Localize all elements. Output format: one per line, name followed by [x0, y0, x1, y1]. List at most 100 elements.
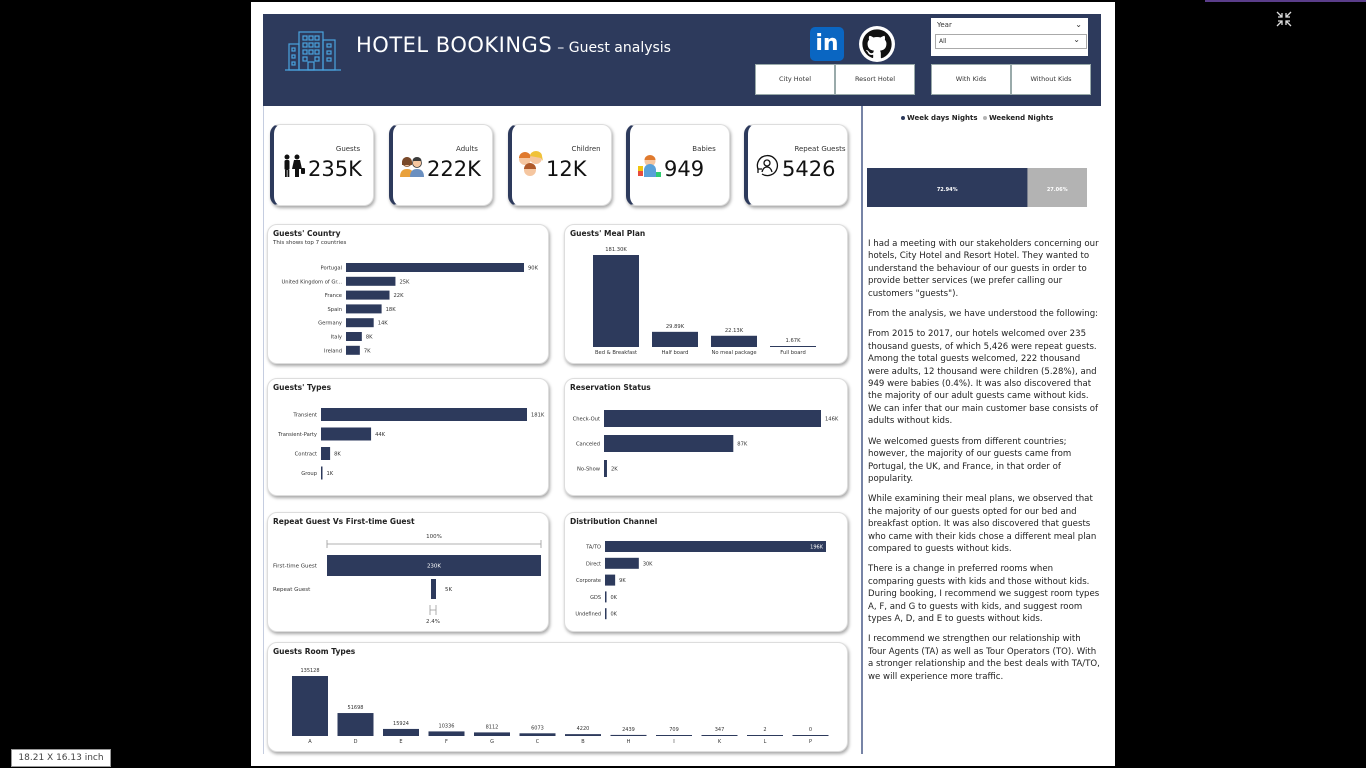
data-label: 8K [334, 452, 341, 458]
story-paragraph: I recommend we strengthen our relationsh… [868, 634, 1100, 682]
without-kids-button[interactable]: Without Kids [1011, 64, 1091, 95]
data-label: 9K [619, 578, 626, 584]
bar [346, 345, 360, 355]
category-label: First-time Guest [273, 564, 318, 570]
bar [605, 557, 639, 569]
distribution-card: Distribution Channel TA/TO 196K Direct 30K C… [564, 512, 848, 632]
chevron-down-icon[interactable]: ⌄ [1070, 33, 1080, 46]
repeat-card: Repeat Guest Vs First-time Guest 100% Fir… [267, 512, 549, 632]
story-paragraph: We welcomed guests from different countr… [868, 436, 1072, 484]
category-label: L [764, 739, 767, 745]
category-label: D [354, 739, 358, 745]
kpi-repeat-guests: Repeat Guests 5426 [744, 124, 848, 206]
bar [565, 734, 601, 736]
kpi-label: Guests [335, 145, 361, 153]
title-subtitle: – Guest analysis [557, 40, 671, 56]
collapse-icon[interactable] [1274, 9, 1294, 29]
category-label: Full board [780, 350, 806, 356]
data-label: 347 [715, 727, 725, 733]
story-paragraph: From the analysis, we have understood th… [868, 309, 1099, 320]
bar [346, 318, 374, 328]
bar [346, 276, 396, 286]
data-label: 7K [364, 348, 371, 354]
category-label: Italy [331, 335, 342, 341]
bar [604, 435, 734, 452]
category-label: Corporate [576, 578, 601, 584]
category-label: Repeat Guest [273, 587, 311, 593]
category-label: B [581, 739, 585, 745]
nights-stacked-bar: 72.94% 27.06% [867, 168, 1087, 207]
data-label: 14K [378, 321, 389, 327]
category-label: A [308, 739, 312, 745]
bar [474, 732, 510, 736]
data-label: 22.13K [725, 328, 744, 334]
kpi-label: Children [571, 145, 601, 153]
kpi-children: Children 12K [508, 124, 612, 206]
category-label: I [673, 739, 674, 745]
data-label: 196K [810, 545, 824, 551]
bar [605, 574, 616, 586]
category-label: Check-Out [573, 417, 600, 423]
category-label: Transient [292, 413, 317, 419]
title-main: HOTEL BOOKINGS [356, 33, 553, 57]
city-hotel-button[interactable]: City Hotel [755, 64, 835, 95]
resort-hotel-button[interactable]: Resort Hotel [835, 64, 915, 95]
data-label: 0 [809, 727, 812, 733]
legend-item: Week days Nights [907, 114, 978, 122]
data-label: 2K [611, 467, 618, 473]
kpi-adults: Adults 222K [389, 124, 493, 206]
bar [346, 304, 382, 314]
data-label: 181.30K [605, 247, 627, 253]
data-label: 10336 [439, 723, 455, 729]
bar [346, 290, 390, 300]
linkedin-icon[interactable]: in [810, 27, 844, 61]
bar [431, 579, 436, 599]
bar [792, 735, 829, 736]
data-label: 230K [427, 564, 441, 570]
bar [656, 735, 692, 736]
data-label: 2 [763, 727, 766, 733]
hotel-building-icon [285, 31, 341, 71]
baby-icon [638, 155, 661, 177]
bar [593, 255, 639, 347]
data-label: 709 [669, 727, 679, 733]
category-label: G [490, 739, 494, 745]
category-label: Contract [295, 452, 317, 458]
chevron-down-icon[interactable]: ⌄ [1075, 20, 1082, 29]
legend-dot [982, 116, 987, 120]
category-label: No-Show [577, 467, 601, 473]
bar [321, 408, 527, 421]
year-slicer-label: Year [937, 21, 952, 29]
percent-label: 100% [426, 534, 442, 540]
reservation-card: Reservation Status Check-Out 146K Canceled… [564, 378, 848, 496]
bar [337, 713, 374, 736]
data-label: 29.89K [666, 324, 685, 330]
data-label: 51698 [348, 705, 364, 711]
category-label: H [627, 739, 631, 745]
story-paragraph: I had a meeting with our stakeholders co… [868, 239, 1099, 299]
with-kids-button[interactable]: With Kids [931, 64, 1011, 95]
meal-plan-chart: 181.30K Bed & Breakfast 29.89K Half board 22… [593, 247, 816, 356]
percent-label: 2.4% [426, 619, 440, 625]
data-label: 2439 [622, 727, 635, 733]
analysis-story: I had a meeting with our stakeholders co… [868, 238, 1101, 691]
category-label: Undefined [575, 612, 601, 618]
github-icon[interactable] [859, 26, 895, 62]
page-size-status: 18.21 X 16.13 inch [11, 749, 111, 767]
category-label: France [325, 293, 342, 299]
kpi-value: 949 [664, 157, 705, 181]
category-label: United Kingdom of Gr... [281, 279, 342, 285]
data-label: 87K [737, 442, 748, 448]
year-slicer[interactable]: Year ⌄ All ⌄ [931, 18, 1088, 56]
adults-icon [400, 157, 424, 177]
data-label: 22K [394, 293, 405, 299]
category-label: Half board [662, 350, 689, 356]
bar [321, 427, 372, 441]
bar [605, 591, 607, 603]
family-icon [284, 154, 305, 177]
guest-types-card: Guests' Types Transient 181K Transient-Par… [267, 378, 549, 496]
category-label: Germany [318, 321, 342, 327]
category-label: Ireland [324, 348, 342, 354]
category-label: Spain [328, 307, 343, 313]
year-dropdown[interactable]: All ⌄ [935, 34, 1087, 49]
